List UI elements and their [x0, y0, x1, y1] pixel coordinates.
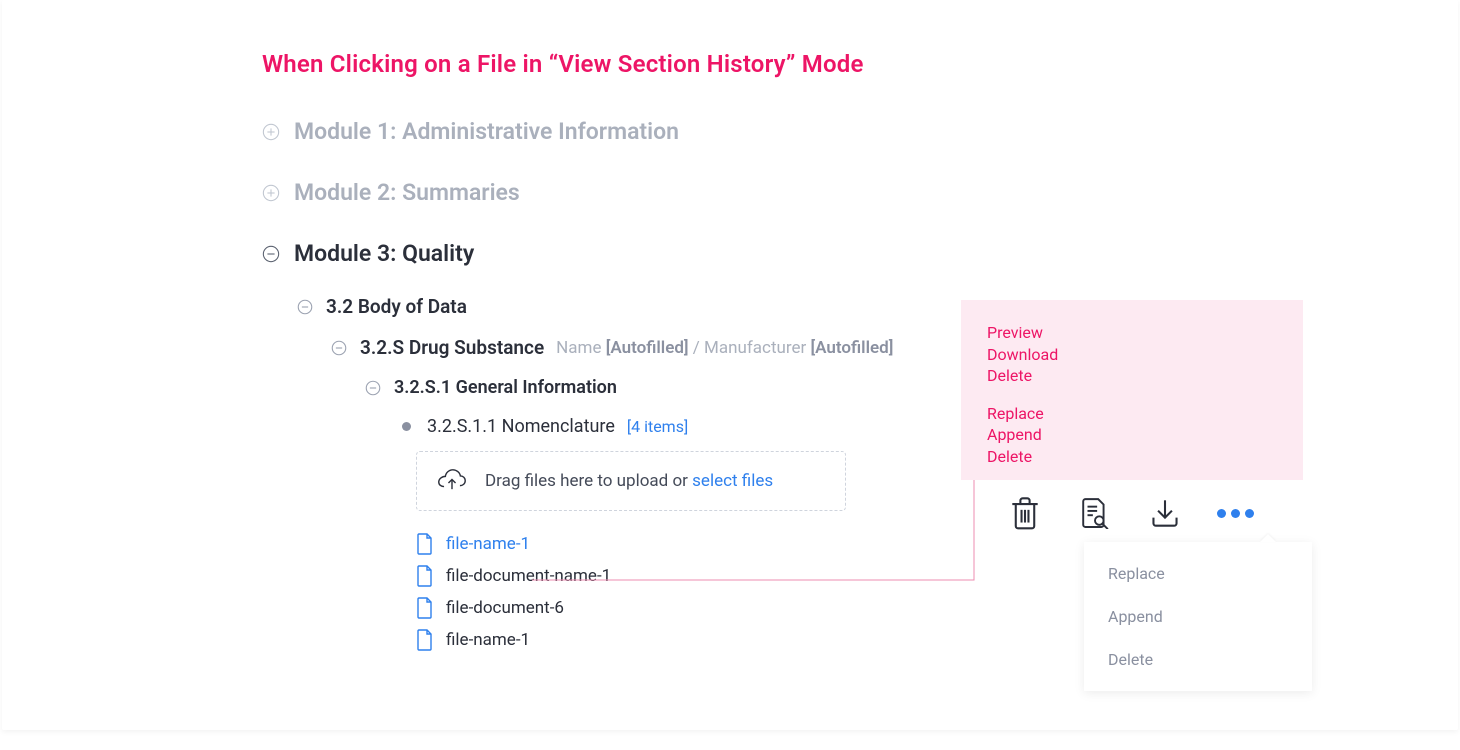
- meta-name-label: Name: [556, 338, 601, 358]
- file-item-3[interactable]: file-document-6: [416, 597, 1198, 619]
- module-3-row[interactable]: Module 3: Quality: [262, 240, 1198, 267]
- anno-delete-2: Delete: [987, 446, 1277, 468]
- upload-dropzone[interactable]: Drag files here to upload or select file…: [416, 451, 846, 511]
- file-item-2[interactable]: file-document-name-1: [416, 565, 1198, 587]
- minus-circle-icon: [364, 379, 382, 397]
- anno-download: Download: [987, 344, 1277, 366]
- file-icon: [416, 533, 434, 555]
- node-general-info-label: 3.2.S.1 General Information: [394, 377, 617, 398]
- file-icon: [416, 629, 434, 651]
- node-body-of-data-label: 3.2 Body of Data: [326, 295, 467, 318]
- module-3-label: Module 3: Quality: [294, 240, 474, 267]
- minus-circle-icon: [296, 298, 314, 316]
- meta-mfr-label: Manufacturer: [704, 338, 806, 358]
- module-2-row[interactable]: Module 2: Summaries: [262, 179, 1198, 206]
- file-icon: [416, 597, 434, 619]
- node-nomenclature-label: 3.2.S.1.1 Nomenclature: [427, 416, 615, 437]
- node-nomenclature-count[interactable]: [4 items]: [627, 417, 688, 436]
- dropdown-delete[interactable]: Delete: [1084, 638, 1312, 681]
- trash-icon[interactable]: [1010, 498, 1040, 528]
- module-1-label: Module 1: Administrative Information: [294, 118, 679, 145]
- file-name: file-document-name-1: [446, 566, 611, 586]
- bullet-icon: [402, 422, 411, 431]
- file-action-toolbar: [1010, 498, 1250, 528]
- file-item-4[interactable]: file-name-1: [416, 629, 1198, 651]
- preview-icon[interactable]: [1080, 498, 1110, 528]
- dropdown-replace[interactable]: Replace: [1084, 552, 1312, 595]
- anno-delete: Delete: [987, 365, 1277, 387]
- dropzone-text: Drag files here to upload or select file…: [485, 471, 773, 491]
- module-2-label: Module 2: Summaries: [294, 179, 520, 206]
- module-1-row[interactable]: Module 1: Administrative Information: [262, 118, 1198, 145]
- download-icon[interactable]: [1150, 498, 1180, 528]
- file-icon: [416, 565, 434, 587]
- node-drug-substance-meta: Name [Autofilled] / Manufacturer [Autofi…: [556, 338, 893, 358]
- anno-append: Append: [987, 424, 1277, 446]
- more-options-dropdown: Replace Append Delete: [1084, 542, 1312, 691]
- file-item-1[interactable]: file-name-1: [416, 533, 1198, 555]
- minus-circle-icon: [330, 339, 348, 357]
- file-name: file-document-6: [446, 598, 564, 618]
- more-options-icon[interactable]: [1220, 498, 1250, 528]
- minus-circle-icon: [262, 245, 280, 263]
- select-files-link[interactable]: select files: [692, 471, 773, 491]
- cloud-upload-icon: [437, 468, 467, 494]
- meta-name-value: [Autofilled]: [606, 338, 689, 358]
- dropdown-append[interactable]: Append: [1084, 595, 1312, 638]
- meta-mfr-value: [Autofilled]: [810, 338, 893, 358]
- file-name: file-name-1: [446, 534, 530, 554]
- anno-replace: Replace: [987, 403, 1277, 425]
- page-title: When Clicking on a File in “View Section…: [262, 50, 1198, 78]
- file-name: file-name-1: [446, 630, 530, 650]
- plus-circle-icon: [262, 123, 280, 141]
- dropzone-static-text: Drag files here to upload or: [485, 471, 692, 491]
- anno-preview: Preview: [987, 322, 1277, 344]
- plus-circle-icon: [262, 184, 280, 202]
- annotation-panel: Preview Download Delete Replace Append D…: [961, 300, 1303, 480]
- node-drug-substance-label: 3.2.S Drug Substance: [360, 336, 544, 359]
